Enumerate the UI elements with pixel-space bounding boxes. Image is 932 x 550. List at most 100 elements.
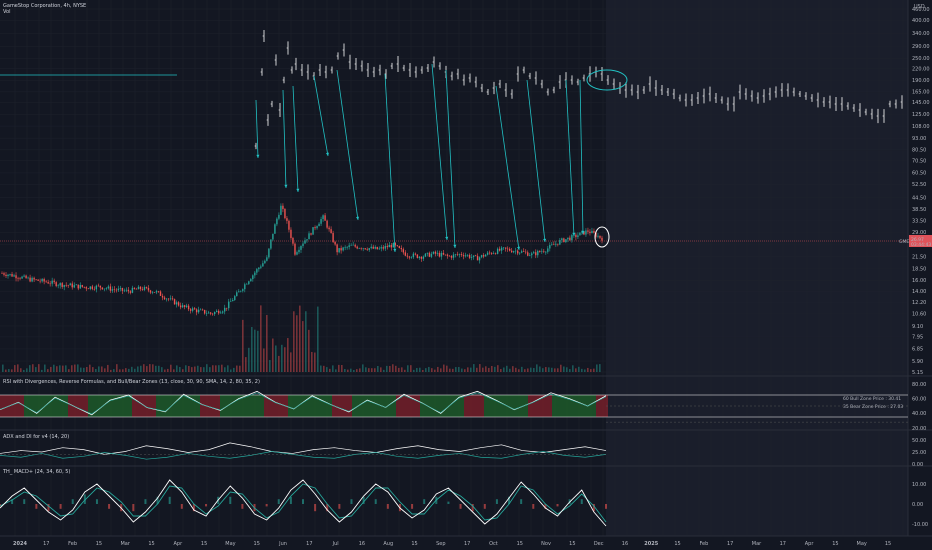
price-candle (464, 255, 467, 257)
volume-bar (455, 367, 457, 372)
volume-bar (584, 369, 586, 372)
volume-bar (215, 365, 217, 372)
volume-bar (233, 367, 235, 372)
volume-bar (257, 330, 259, 372)
rsi-zone-band (300, 395, 304, 417)
volume-bar (551, 367, 553, 372)
price-candle (238, 291, 240, 293)
price-candle (523, 251, 525, 252)
price-tick-label: 52.50 (912, 182, 926, 188)
price-candle (549, 245, 551, 249)
price-candle (49, 283, 51, 285)
rsi-zone-band (124, 395, 128, 417)
volume-bar (479, 364, 481, 372)
time-tick-label: Apr (173, 541, 183, 547)
adx-tick-label: 0.00 (912, 462, 923, 468)
rsi-zone-band (208, 395, 212, 417)
price-candle (171, 298, 174, 300)
price-candle (264, 260, 266, 264)
price-candle (601, 237, 603, 241)
price-candle (5, 274, 7, 277)
price-candle (589, 231, 591, 234)
time-tick-label: Jun (278, 541, 287, 547)
macd-histogram-bar (459, 504, 462, 509)
price-candle (103, 288, 106, 290)
volume-bar (188, 366, 190, 372)
rsi-zone-band (256, 395, 260, 417)
price-candle (13, 275, 15, 277)
price-candle (167, 298, 170, 300)
rsi-zone-band (4, 395, 8, 417)
volume-bar (230, 369, 232, 372)
price-candle (442, 252, 445, 255)
rsi-zone-band (468, 395, 472, 417)
rsi-zone-band (64, 395, 68, 417)
rsi-zone-band (516, 395, 520, 417)
rsi-zone-band (276, 395, 280, 417)
volume-bar (311, 351, 313, 372)
last-price-symbol: GME (899, 239, 909, 245)
volume-bar (473, 364, 475, 372)
macd-histogram-bar (229, 496, 232, 504)
adx-title[interactable]: ADX and DI for v4 (14, 20) (3, 434, 69, 440)
volume-bar (380, 367, 382, 372)
price-candle (185, 305, 188, 307)
rsi-title[interactable]: RSI with Divergences, Reverse Formulas, … (3, 379, 260, 385)
rsi-zone-band (452, 395, 456, 417)
rsi-zone-band (464, 395, 468, 417)
price-candle (35, 279, 37, 281)
price-candle (541, 251, 543, 252)
volume-bar (140, 365, 142, 372)
price-candle (599, 235, 601, 238)
price-candle (438, 252, 441, 257)
volume-bar (509, 368, 511, 372)
volume-bar (581, 368, 583, 372)
volume-bar (101, 366, 103, 372)
volume-bar (290, 352, 292, 372)
price-candle (145, 287, 148, 288)
price-tick-label: 38.50 (912, 207, 926, 213)
price-candle (159, 291, 162, 296)
time-tick-label: Mar (752, 541, 762, 547)
volume-bar (332, 365, 334, 372)
volume-bar (416, 368, 418, 372)
price-candle (517, 250, 519, 254)
volume-bar (407, 365, 409, 372)
rsi-zone-band (200, 395, 204, 417)
price-candle (292, 237, 294, 244)
price-candle (508, 248, 511, 251)
rsi-zone-band (252, 395, 256, 417)
price-candle (565, 239, 567, 243)
macd-histogram-bar (23, 499, 26, 504)
macd-title[interactable]: TH_ MACD+ (24, 34, 60, 5) (2, 469, 70, 475)
rsi-zone-band (404, 395, 408, 417)
rsi-zone-band (244, 395, 248, 417)
volume-bar (128, 368, 130, 372)
volume-bar (38, 364, 40, 372)
time-tick-label: 17 (780, 541, 786, 547)
price-candle (494, 253, 497, 254)
volume-bar (302, 321, 304, 372)
price-candle (354, 244, 356, 247)
volume-bar (5, 369, 7, 372)
volume-bar (176, 365, 178, 372)
price-candle (55, 282, 57, 287)
rsi-zone-band (148, 395, 152, 417)
volume-bar (209, 367, 211, 372)
volume-bar (116, 364, 118, 372)
rsi-zone-band (216, 395, 220, 417)
price-candle (256, 269, 258, 273)
price-candle (222, 311, 224, 313)
volume-bar (464, 369, 466, 372)
price-candle (571, 235, 573, 241)
volume-bar (146, 366, 148, 372)
price-candle (151, 292, 154, 293)
price-candle (244, 284, 246, 290)
tradingview-chart[interactable]: GameStop Corporation, 4h, NYSE Vol USD 4… (0, 0, 932, 550)
price-candle (139, 286, 142, 290)
price-candle (17, 278, 19, 279)
rsi-zone-band (20, 395, 24, 417)
price-candle (587, 230, 589, 232)
price-candle (9, 274, 11, 275)
rsi-zone-band (220, 395, 224, 417)
